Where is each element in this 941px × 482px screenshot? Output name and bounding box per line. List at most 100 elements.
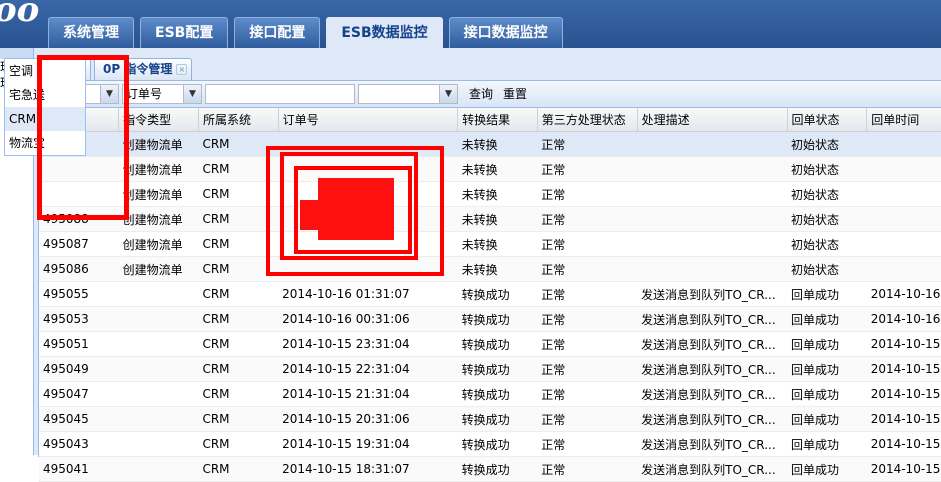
cell-id: 495043: [39, 431, 119, 457]
cell-receipt-time: 2014-10-16: [866, 281, 941, 307]
cell-receipt-status: 回单成功: [787, 381, 867, 407]
cell-id: 495049: [39, 356, 119, 382]
cell-third-party-status: 正常: [537, 381, 638, 407]
cell-id: 495051: [39, 331, 119, 357]
cell-receipt-time: 2014-10-15: [866, 331, 941, 357]
table-row[interactable]: 495043 CRM 2014-10-15 19:31:04 转换成功 正常 发送消息到队…: [39, 431, 941, 457]
cell-receipt-status: 初始状态: [787, 131, 867, 157]
cell-third-party-status: 正常: [537, 281, 638, 307]
cell-receipt-time: [866, 206, 941, 232]
cell-convert-result: 转换成功: [457, 381, 538, 407]
column-header-system[interactable]: 所属系统: [198, 108, 279, 132]
table-row[interactable]: 495051 CRM 2014-10-15 23:31:04 转换成功 正常 发送消息到队…: [39, 331, 941, 357]
cell-description: 发送消息到队列TO_CR...: [637, 381, 787, 407]
cell-description: 发送消息到队列TO_CR...: [637, 431, 787, 457]
table-row[interactable]: 495045 CRM 2014-10-15 20:31:06 转换成功 正常 发送消息到队…: [39, 406, 941, 432]
search-toolbar: CRM ▼ 订单号 ▼ ▼ 查询 重置: [39, 81, 941, 108]
cell-receipt-time: 2014-10-15: [866, 356, 941, 382]
cell-receipt-time: [866, 156, 941, 182]
cell-third-party-status: 正常: [537, 156, 638, 182]
query-button[interactable]: 查询: [461, 83, 501, 105]
cell-convert-result: 转换成功: [457, 456, 538, 482]
redaction-mark: [318, 178, 394, 240]
column-header-receipt-time[interactable]: 回单时间: [866, 108, 941, 132]
cell-convert-result: 未转换: [457, 156, 538, 182]
cell-description: [637, 206, 787, 232]
cell-system: CRM: [198, 306, 279, 332]
cell-third-party-status: 正常: [537, 356, 638, 382]
column-header-convert-result[interactable]: 转换结果: [457, 108, 538, 132]
tab-interface-config[interactable]: 接口配置: [234, 17, 321, 48]
cell-receipt-status: 回单成功: [787, 306, 867, 332]
table-row[interactable]: 495047 CRM 2014-10-15 21:31:04 转换成功 正常 发送消息到队…: [39, 381, 941, 407]
cell-command-type: 创建物流单: [118, 131, 199, 157]
table-row[interactable]: 495086 创建物流单 CRM 未转换 正常 初始状态: [39, 256, 941, 282]
cell-receipt-status: 回单成功: [787, 281, 867, 307]
cell-system: CRM: [198, 431, 279, 457]
cell-id: 495045: [39, 406, 119, 432]
field-select[interactable]: 订单号 ▼: [122, 84, 202, 104]
cell-order-no: 2014-10-15 22:31:04: [278, 356, 458, 382]
tab-interface-data-monitor[interactable]: 接口数据监控: [448, 17, 563, 48]
cell-convert-result: 转换成功: [457, 306, 538, 332]
table-row[interactable]: 495087 创建物流单 CRM 未转换 正常 初始状态: [39, 231, 941, 257]
column-header-third-party-status[interactable]: 第三方处理状态: [537, 108, 638, 132]
table-row[interactable]: 创建物流单 CRM 未转换 正常 初始状态: [39, 181, 941, 207]
cell-description: [637, 256, 787, 282]
cell-order-no: 2014-10-15 21:31:04: [278, 381, 458, 407]
cell-receipt-status: 初始状态: [787, 206, 867, 232]
search-input[interactable]: [205, 84, 355, 104]
cell-id: 495053: [39, 306, 119, 332]
column-header-receipt-status[interactable]: 回单状态: [787, 108, 868, 132]
command-table: 指令类型 所属系统 订单号 转换结果 第三方处理状态 处理描述 回单状态 回单时…: [39, 108, 941, 482]
cell-receipt-time: 2014-10-15: [866, 431, 941, 457]
cell-receipt-time: [866, 131, 941, 157]
reset-button[interactable]: 重置: [501, 83, 535, 105]
cell-convert-result: 转换成功: [457, 281, 538, 307]
chevron-down-icon[interactable]: ▼: [183, 85, 201, 103]
cell-receipt-status: 回单成功: [787, 431, 867, 457]
table-row[interactable]: 495041 CRM 2014-10-15 18:31:07 转换成功 正常 发送消息到队…: [39, 456, 941, 482]
cell-receipt-time: [866, 181, 941, 207]
cell-description: 发送消息到队列TO_CR...: [637, 356, 787, 382]
cell-command-type: 创建物流单: [118, 181, 199, 207]
cell-command-type: [118, 406, 199, 432]
cell-order-no: 2014-10-16 01:31:07: [278, 281, 458, 307]
table-row[interactable]: 创建物流单 CRM 未转换 正常 初始状态: [39, 131, 941, 157]
cell-receipt-status: 初始状态: [787, 256, 867, 282]
cell-third-party-status: 正常: [537, 181, 638, 207]
main-content: 首页 × 0P 指令管理 × CRM ▼ 订单号 ▼ ▼ 查询 重置: [34, 48, 941, 482]
cell-convert-result: 未转换: [457, 181, 538, 207]
column-header-description[interactable]: 处理描述: [637, 108, 788, 132]
tab-esb-config[interactable]: ESB配置: [140, 17, 229, 48]
status-select[interactable]: ▼: [358, 84, 458, 104]
main-nav: 系统管理 ESB配置 接口配置 ESB数据监控 接口数据监控: [48, 17, 569, 48]
cell-receipt-time: [866, 231, 941, 257]
cell-id: 495047: [39, 381, 119, 407]
cell-receipt-status: 回单成功: [787, 331, 867, 357]
tab-esb-data-monitor[interactable]: ESB数据监控: [326, 17, 443, 48]
cell-order-no: 2014-10-16 00:31:06: [278, 306, 458, 332]
cell-convert-result: 未转换: [457, 256, 538, 282]
tab-system-management[interactable]: 系统管理: [48, 17, 134, 48]
cell-command-type: 创建物流单: [118, 156, 199, 182]
table-row[interactable]: 495055 CRM 2014-10-16 01:31:07 转换成功 正常 发送消息到队…: [39, 281, 941, 307]
cell-receipt-status: 初始状态: [787, 231, 867, 257]
column-header-command-type[interactable]: 指令类型: [118, 108, 199, 132]
column-header-order-no[interactable]: 订单号: [278, 108, 459, 132]
cell-system: CRM: [198, 406, 279, 432]
close-icon[interactable]: ×: [176, 64, 188, 75]
cell-order-no: 2014-10-15 18:31:07: [278, 456, 458, 482]
table-row[interactable]: 495049 CRM 2014-10-15 22:31:04 转换成功 正常 发送消息到队…: [39, 356, 941, 382]
table-row[interactable]: 495053 CRM 2014-10-16 00:31:06 转换成功 正常 发送消息到队…: [39, 306, 941, 332]
cell-receipt-time: 2014-10-15: [866, 406, 941, 432]
cell-description: [637, 156, 787, 182]
cell-description: 发送消息到队列TO_CR...: [637, 456, 787, 482]
cell-description: 发送消息到队列TO_CR...: [637, 281, 787, 307]
table-row[interactable]: 创建物流单 CRM 未转换 正常 初始状态: [39, 156, 941, 182]
cell-third-party-status: 正常: [537, 306, 638, 332]
cell-id: 495087: [39, 231, 119, 257]
chevron-down-icon[interactable]: ▼: [439, 85, 457, 103]
table-row[interactable]: 495088 创建物流单 CRM 未转换 正常 初始状态: [39, 206, 941, 232]
cell-description: [637, 131, 787, 157]
